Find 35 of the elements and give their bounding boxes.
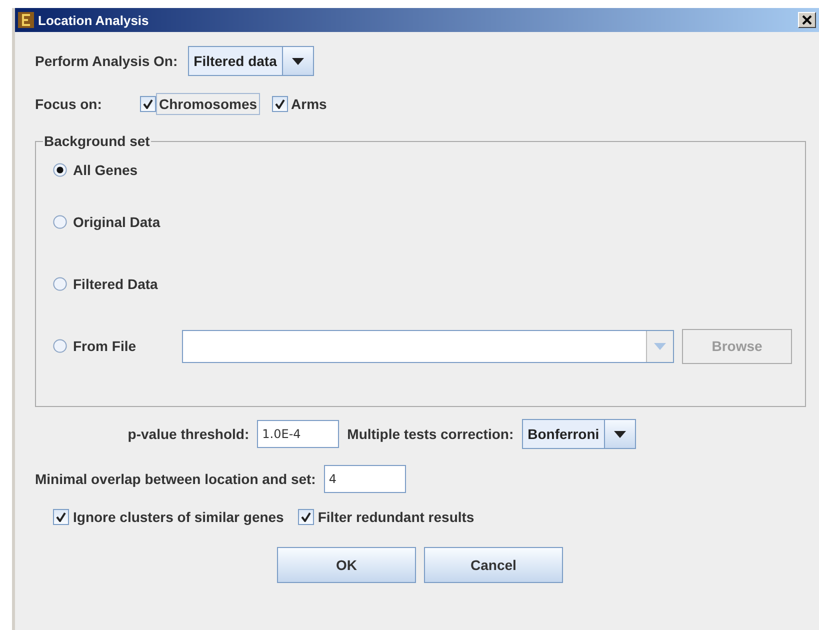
- dialog-button[interactable]: Cancel: [424, 547, 563, 583]
- group-title: Background set: [43, 133, 151, 149]
- app-icon: [18, 12, 34, 28]
- radio-button[interactable]: [53, 277, 67, 291]
- checkbox[interactable]: [272, 96, 288, 112]
- radio-button[interactable]: [53, 163, 67, 177]
- radio-label[interactable]: Filtered Data: [73, 276, 158, 292]
- checkbox[interactable]: [140, 96, 156, 112]
- caret-icon: [292, 58, 304, 64]
- checkbox-label[interactable]: Chromosomes: [156, 93, 260, 115]
- radio-button[interactable]: [53, 215, 67, 229]
- caret-icon: [614, 430, 626, 438]
- correction-dropdown[interactable]: Bonferroni: [522, 419, 636, 449]
- dialog-button[interactable]: OK: [277, 547, 416, 583]
- checkbox-label[interactable]: Ignore clusters of similar genes: [73, 509, 284, 525]
- analysis-dropdown[interactable]: Filtered data: [188, 46, 314, 76]
- caret-icon: [654, 342, 666, 350]
- overlap-field[interactable]: 4: [324, 465, 406, 493]
- field-label: p-value threshold:: [128, 426, 250, 442]
- file-path-field[interactable]: [182, 330, 674, 362]
- p-value-field[interactable]: 1.0E-4: [257, 420, 340, 448]
- radio-label[interactable]: All Genes: [73, 162, 138, 178]
- radio-button[interactable]: [53, 339, 67, 353]
- radio-label[interactable]: From File: [73, 338, 136, 354]
- close-button[interactable]: [798, 12, 816, 28]
- checkbox-label[interactable]: Arms: [288, 93, 330, 115]
- radio-label[interactable]: Original Data: [73, 214, 160, 230]
- field-label: Perform Analysis On:: [35, 53, 178, 69]
- checkbox[interactable]: [298, 509, 314, 525]
- field-label: Minimal overlap between location and set:: [35, 471, 316, 487]
- checkbox[interactable]: [53, 509, 69, 525]
- field-label: Focus on:: [35, 96, 103, 112]
- field-label: Multiple tests correction:: [347, 426, 514, 442]
- window-title: Location Analysis: [38, 12, 150, 28]
- checkbox-label[interactable]: Filter redundant results: [318, 509, 474, 525]
